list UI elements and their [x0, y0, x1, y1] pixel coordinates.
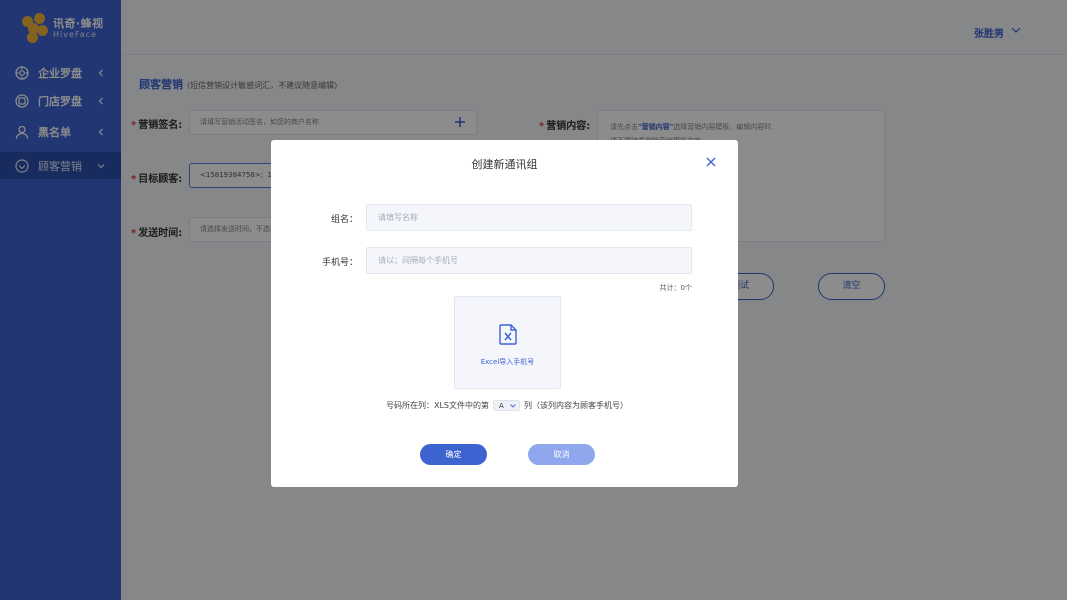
dialog-title: 创建新通讯组 — [471, 158, 538, 171]
phone-count: 共计：0个 — [659, 284, 692, 292]
close-icon[interactable] — [706, 157, 716, 167]
phone-label: 手机号： — [321, 258, 358, 268]
confirm-button[interactable]: 确定 — [420, 444, 487, 465]
chevron-down-icon — [510, 403, 516, 408]
excel-upload-button[interactable]: Excel导入手机号 — [454, 296, 561, 389]
create-group-dialog: 创建新通讯组 组名： 手机号： 共计：0个 Excel导入手机号 号码所在列：X… — [271, 140, 738, 487]
column-prefix-text: 号码所在列：XLS文件中的第 — [386, 401, 490, 410]
excel-upload-label: Excel导入手机号 — [480, 358, 535, 366]
column-suffix-text: 列（该列内容为顾客手机号） — [524, 401, 629, 410]
group-name-label: 组名： — [330, 215, 358, 225]
column-select-value: A — [499, 401, 504, 410]
cancel-button[interactable]: 取消 — [528, 444, 595, 465]
column-selector-row: 号码所在列：XLS文件中的第 A 列（该列内容为顾客手机号） — [386, 400, 628, 411]
excel-file-icon — [499, 324, 517, 345]
group-name-input[interactable] — [366, 204, 692, 231]
phone-input[interactable] — [366, 247, 692, 274]
column-select[interactable]: A — [493, 400, 521, 411]
